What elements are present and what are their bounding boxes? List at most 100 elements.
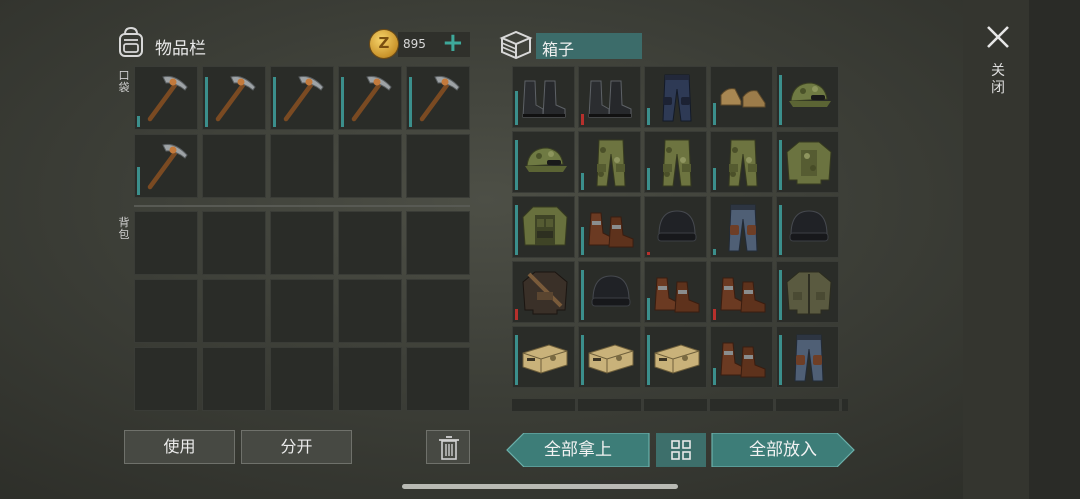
pocket-slot[interactable] xyxy=(338,66,402,130)
container-slot[interactable] xyxy=(710,131,773,193)
durability-bar xyxy=(341,77,344,127)
boots-brown-icon xyxy=(717,331,769,385)
close-icon[interactable] xyxy=(984,23,1012,51)
durability-bar xyxy=(515,205,518,255)
durability-bar xyxy=(581,227,584,255)
container-slot[interactable] xyxy=(578,131,641,193)
backpack-slot[interactable] xyxy=(270,211,334,275)
durability-bar xyxy=(581,114,584,125)
durability-bar xyxy=(713,249,716,255)
boots-brown-icon xyxy=(651,266,703,320)
backpack-slot[interactable] xyxy=(406,347,470,411)
backpack-slot[interactable] xyxy=(202,279,266,343)
pocket-slot[interactable] xyxy=(270,134,334,198)
grid-sort-icon xyxy=(671,440,691,460)
box-icon xyxy=(499,30,533,60)
container-slot[interactable] xyxy=(776,261,839,323)
backpack-slot[interactable] xyxy=(406,211,470,275)
put-all-button[interactable]: 全部放入 xyxy=(711,433,855,467)
pocket-slot[interactable] xyxy=(270,66,334,130)
container-slot[interactable] xyxy=(710,196,773,258)
close-label[interactable]: 关闭 xyxy=(990,63,1006,97)
container-slot[interactable] xyxy=(644,131,707,193)
take-all-button[interactable]: 全部拿上 xyxy=(506,433,650,467)
backpack-slot[interactable] xyxy=(202,347,266,411)
beanie-black-icon xyxy=(783,201,835,255)
sort-button[interactable] xyxy=(656,433,706,467)
durability-bar xyxy=(713,309,716,320)
container-slot[interactable] xyxy=(578,326,641,388)
pocket-slot[interactable] xyxy=(202,66,266,130)
pocket-slot[interactable] xyxy=(406,134,470,198)
container-slot[interactable] xyxy=(710,326,773,388)
container-slot[interactable] xyxy=(710,261,773,323)
container-slot[interactable] xyxy=(578,196,641,258)
container-slot[interactable] xyxy=(512,326,575,388)
container-slot[interactable] xyxy=(776,196,839,258)
container-grid-next-row[interactable] xyxy=(512,399,848,411)
zombie-coin-icon: Z xyxy=(370,30,398,58)
pocket-slot[interactable] xyxy=(338,134,402,198)
take-all-label: 全部拿上 xyxy=(544,440,612,460)
pocket-slot[interactable] xyxy=(406,66,470,130)
container-slot[interactable] xyxy=(644,196,707,258)
container-title-box: 箱子 xyxy=(536,33,642,59)
container-grid xyxy=(512,66,839,388)
crate-tan-icon xyxy=(519,331,571,385)
pickaxe-icon xyxy=(345,71,397,125)
container-slot[interactable] xyxy=(776,131,839,193)
container-slot[interactable] xyxy=(512,261,575,323)
backpack-slot[interactable] xyxy=(134,347,198,411)
backpack-slot[interactable] xyxy=(270,279,334,343)
durability-bar xyxy=(647,252,650,255)
durability-bar xyxy=(581,335,584,385)
durability-bar xyxy=(515,309,518,320)
backpack-slot[interactable] xyxy=(406,279,470,343)
container-slot[interactable] xyxy=(776,66,839,128)
container-slot[interactable] xyxy=(644,66,707,128)
pocket-label: 口袋 xyxy=(118,69,130,94)
backpack-slot[interactable] xyxy=(338,211,402,275)
pocket-slot[interactable] xyxy=(134,134,198,198)
backpack-slot[interactable] xyxy=(134,211,198,275)
container-slot[interactable] xyxy=(512,66,575,128)
durability-bar xyxy=(713,168,716,190)
backpack-slot[interactable] xyxy=(338,347,402,411)
durability-bar xyxy=(515,335,518,385)
boots-black-icon xyxy=(585,71,637,125)
beanie-black-icon xyxy=(585,266,637,320)
side-panel-edge xyxy=(1029,0,1080,499)
boots-brown-icon xyxy=(585,201,637,255)
pants-camo-icon xyxy=(585,136,637,190)
divider xyxy=(134,205,470,207)
split-button[interactable]: 分开 xyxy=(241,430,352,464)
pocket-slot[interactable] xyxy=(202,134,266,198)
home-indicator[interactable] xyxy=(402,484,678,489)
backpack-slot[interactable] xyxy=(202,211,266,275)
container-slot[interactable] xyxy=(644,326,707,388)
backpack-slot[interactable] xyxy=(338,279,402,343)
backpack-grid xyxy=(134,211,470,411)
durability-bar xyxy=(409,77,412,127)
plus-icon[interactable]: + xyxy=(442,28,464,58)
container-slot[interactable] xyxy=(512,131,575,193)
crate-tan-icon xyxy=(585,331,637,385)
durability-bar xyxy=(779,140,782,190)
pickaxe-icon xyxy=(277,71,329,125)
container-slot[interactable] xyxy=(710,66,773,128)
backpack-slot[interactable] xyxy=(270,347,334,411)
container-slot[interactable] xyxy=(512,196,575,258)
pocket-slot[interactable] xyxy=(134,66,198,130)
durability-bar xyxy=(779,335,782,385)
container-slot[interactable] xyxy=(776,326,839,388)
pants-armored-icon xyxy=(717,201,769,255)
inventory-title: 物品栏 xyxy=(155,39,206,59)
trash-button[interactable] xyxy=(426,430,470,464)
container-slot[interactable] xyxy=(644,261,707,323)
container-slot[interactable] xyxy=(578,261,641,323)
pickaxe-icon xyxy=(141,71,193,125)
durability-bar xyxy=(779,205,782,255)
container-slot[interactable] xyxy=(578,66,641,128)
use-button[interactable]: 使用 xyxy=(124,430,235,464)
backpack-slot[interactable] xyxy=(134,279,198,343)
